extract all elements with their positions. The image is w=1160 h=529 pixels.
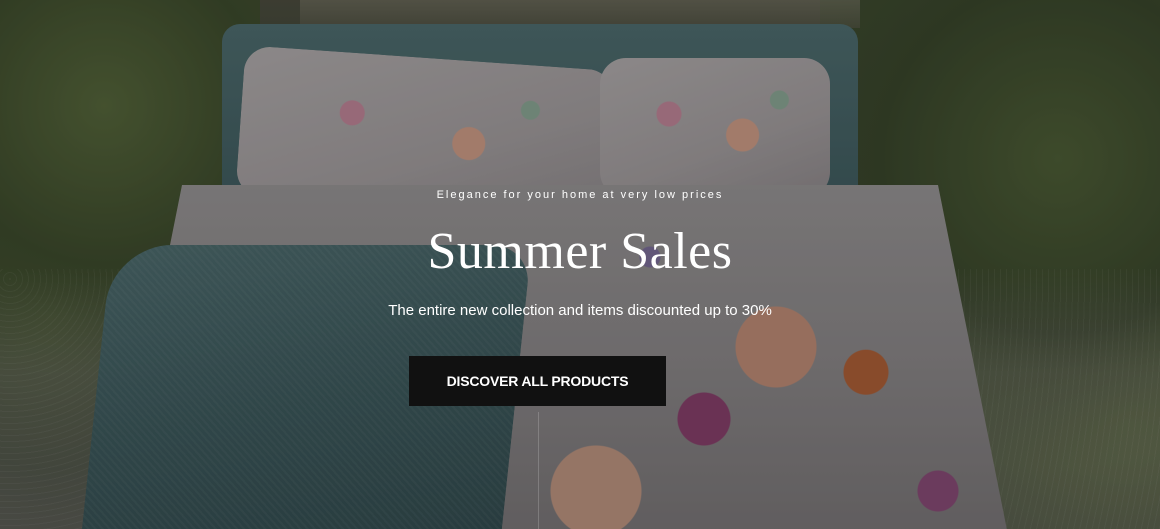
- hero-tagline: Elegance for your home at very low price…: [436, 189, 724, 201]
- discover-all-products-button[interactable]: DISCOVER ALL PRODUCTS: [409, 356, 666, 406]
- hero-banner: Elegance for your home at very low price…: [0, 0, 1160, 529]
- scroll-indicator-line: [538, 412, 539, 529]
- hero-headline: Summer Sales: [427, 223, 733, 280]
- hero-content: Elegance for your home at very low price…: [0, 0, 1160, 529]
- hero-subline: The entire new collection and items disc…: [388, 302, 772, 319]
